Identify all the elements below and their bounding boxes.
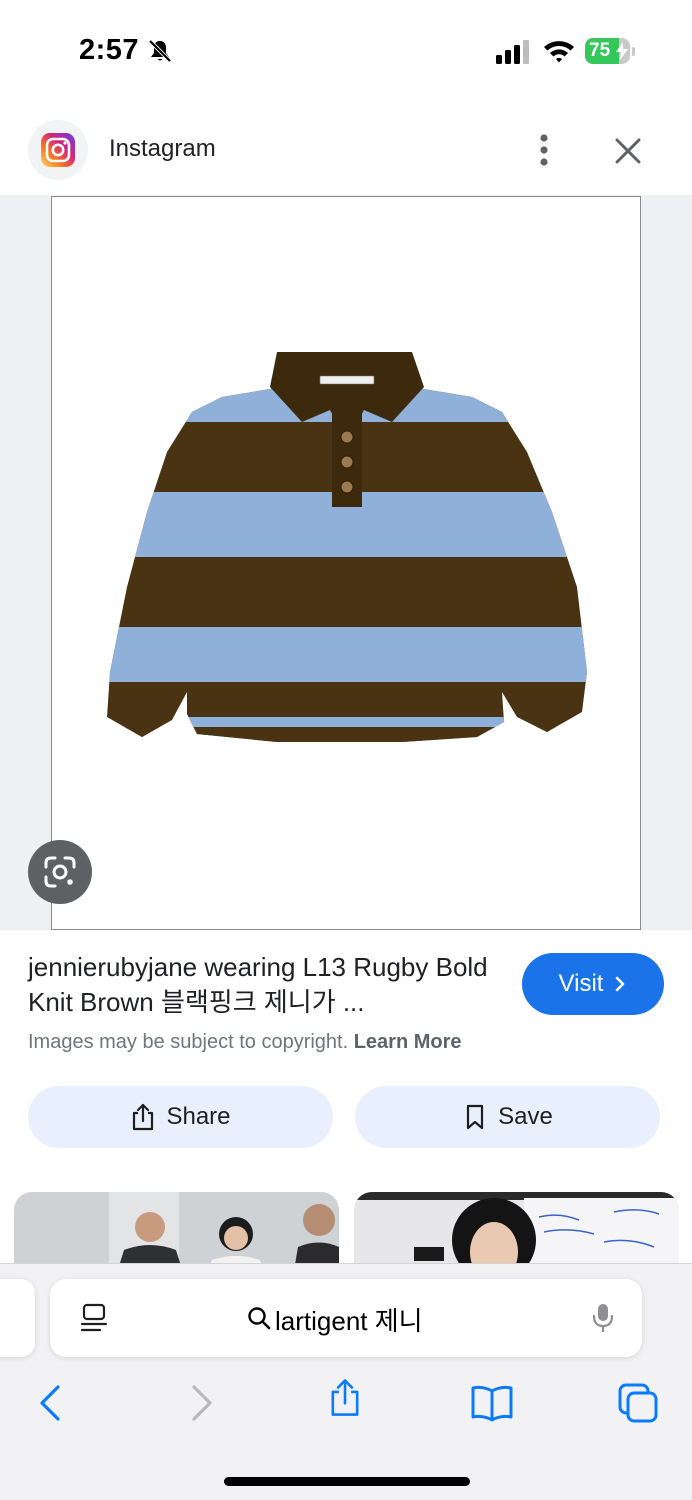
status-bar: 2:57 75	[0, 0, 692, 100]
learn-more-link[interactable]: Learn More	[354, 1031, 462, 1053]
microphone-icon[interactable]	[591, 1302, 615, 1334]
copyright-text: Images may be subject to copyright.	[28, 1031, 349, 1053]
previous-tab-preview[interactable]	[0, 1279, 35, 1357]
home-indicator	[224, 1477, 470, 1486]
share-icon	[133, 1103, 154, 1131]
source-header: Instagram	[0, 110, 692, 195]
battery-indicator: 75	[585, 38, 635, 64]
status-time: 2:57	[79, 34, 140, 66]
tabs-icon[interactable]	[616, 1383, 660, 1423]
address-bar[interactable]: lartigent 제니	[50, 1279, 642, 1357]
share-icon[interactable]	[323, 1378, 367, 1418]
visit-button[interactable]: Visit	[522, 953, 664, 1015]
cellular-signal-icon	[496, 40, 529, 64]
reader-mode-icon[interactable]	[80, 1303, 108, 1333]
back-icon[interactable]	[30, 1383, 74, 1423]
source-logo[interactable]	[28, 120, 88, 180]
battery-percent: 75	[589, 40, 611, 61]
google-lens-icon	[44, 856, 76, 888]
save-button[interactable]: Save	[355, 1086, 660, 1148]
result-title[interactable]: jennierubyjane wearing L13 Rugby Bold Kn…	[28, 950, 498, 1020]
chevron-right-icon	[616, 976, 625, 992]
bookmark-icon	[467, 1104, 484, 1130]
more-vertical-icon[interactable]	[528, 130, 560, 170]
save-label: Save	[498, 1103, 553, 1130]
bookmarks-icon[interactable]	[470, 1383, 514, 1423]
google-lens-button[interactable]	[28, 840, 92, 904]
source-name[interactable]: Instagram	[109, 135, 216, 163]
bell-slash-icon	[148, 39, 172, 63]
result-image[interactable]	[51, 196, 641, 930]
close-icon[interactable]	[610, 133, 646, 169]
wifi-icon	[544, 41, 574, 63]
share-label: Share	[166, 1103, 231, 1130]
forward-icon[interactable]	[180, 1383, 224, 1423]
share-button[interactable]: Share	[28, 1086, 333, 1148]
search-icon	[248, 1307, 271, 1330]
instagram-icon	[41, 133, 75, 167]
visit-label: Visit	[558, 970, 604, 997]
copyright-notice: Images may be subject to copyright. Lear…	[28, 1031, 462, 1054]
charging-bolt-icon	[616, 42, 628, 60]
image-viewer[interactable]	[0, 195, 692, 930]
sweater-photo	[107, 352, 587, 742]
address-text[interactable]: lartigent 제니	[275, 1301, 423, 1338]
